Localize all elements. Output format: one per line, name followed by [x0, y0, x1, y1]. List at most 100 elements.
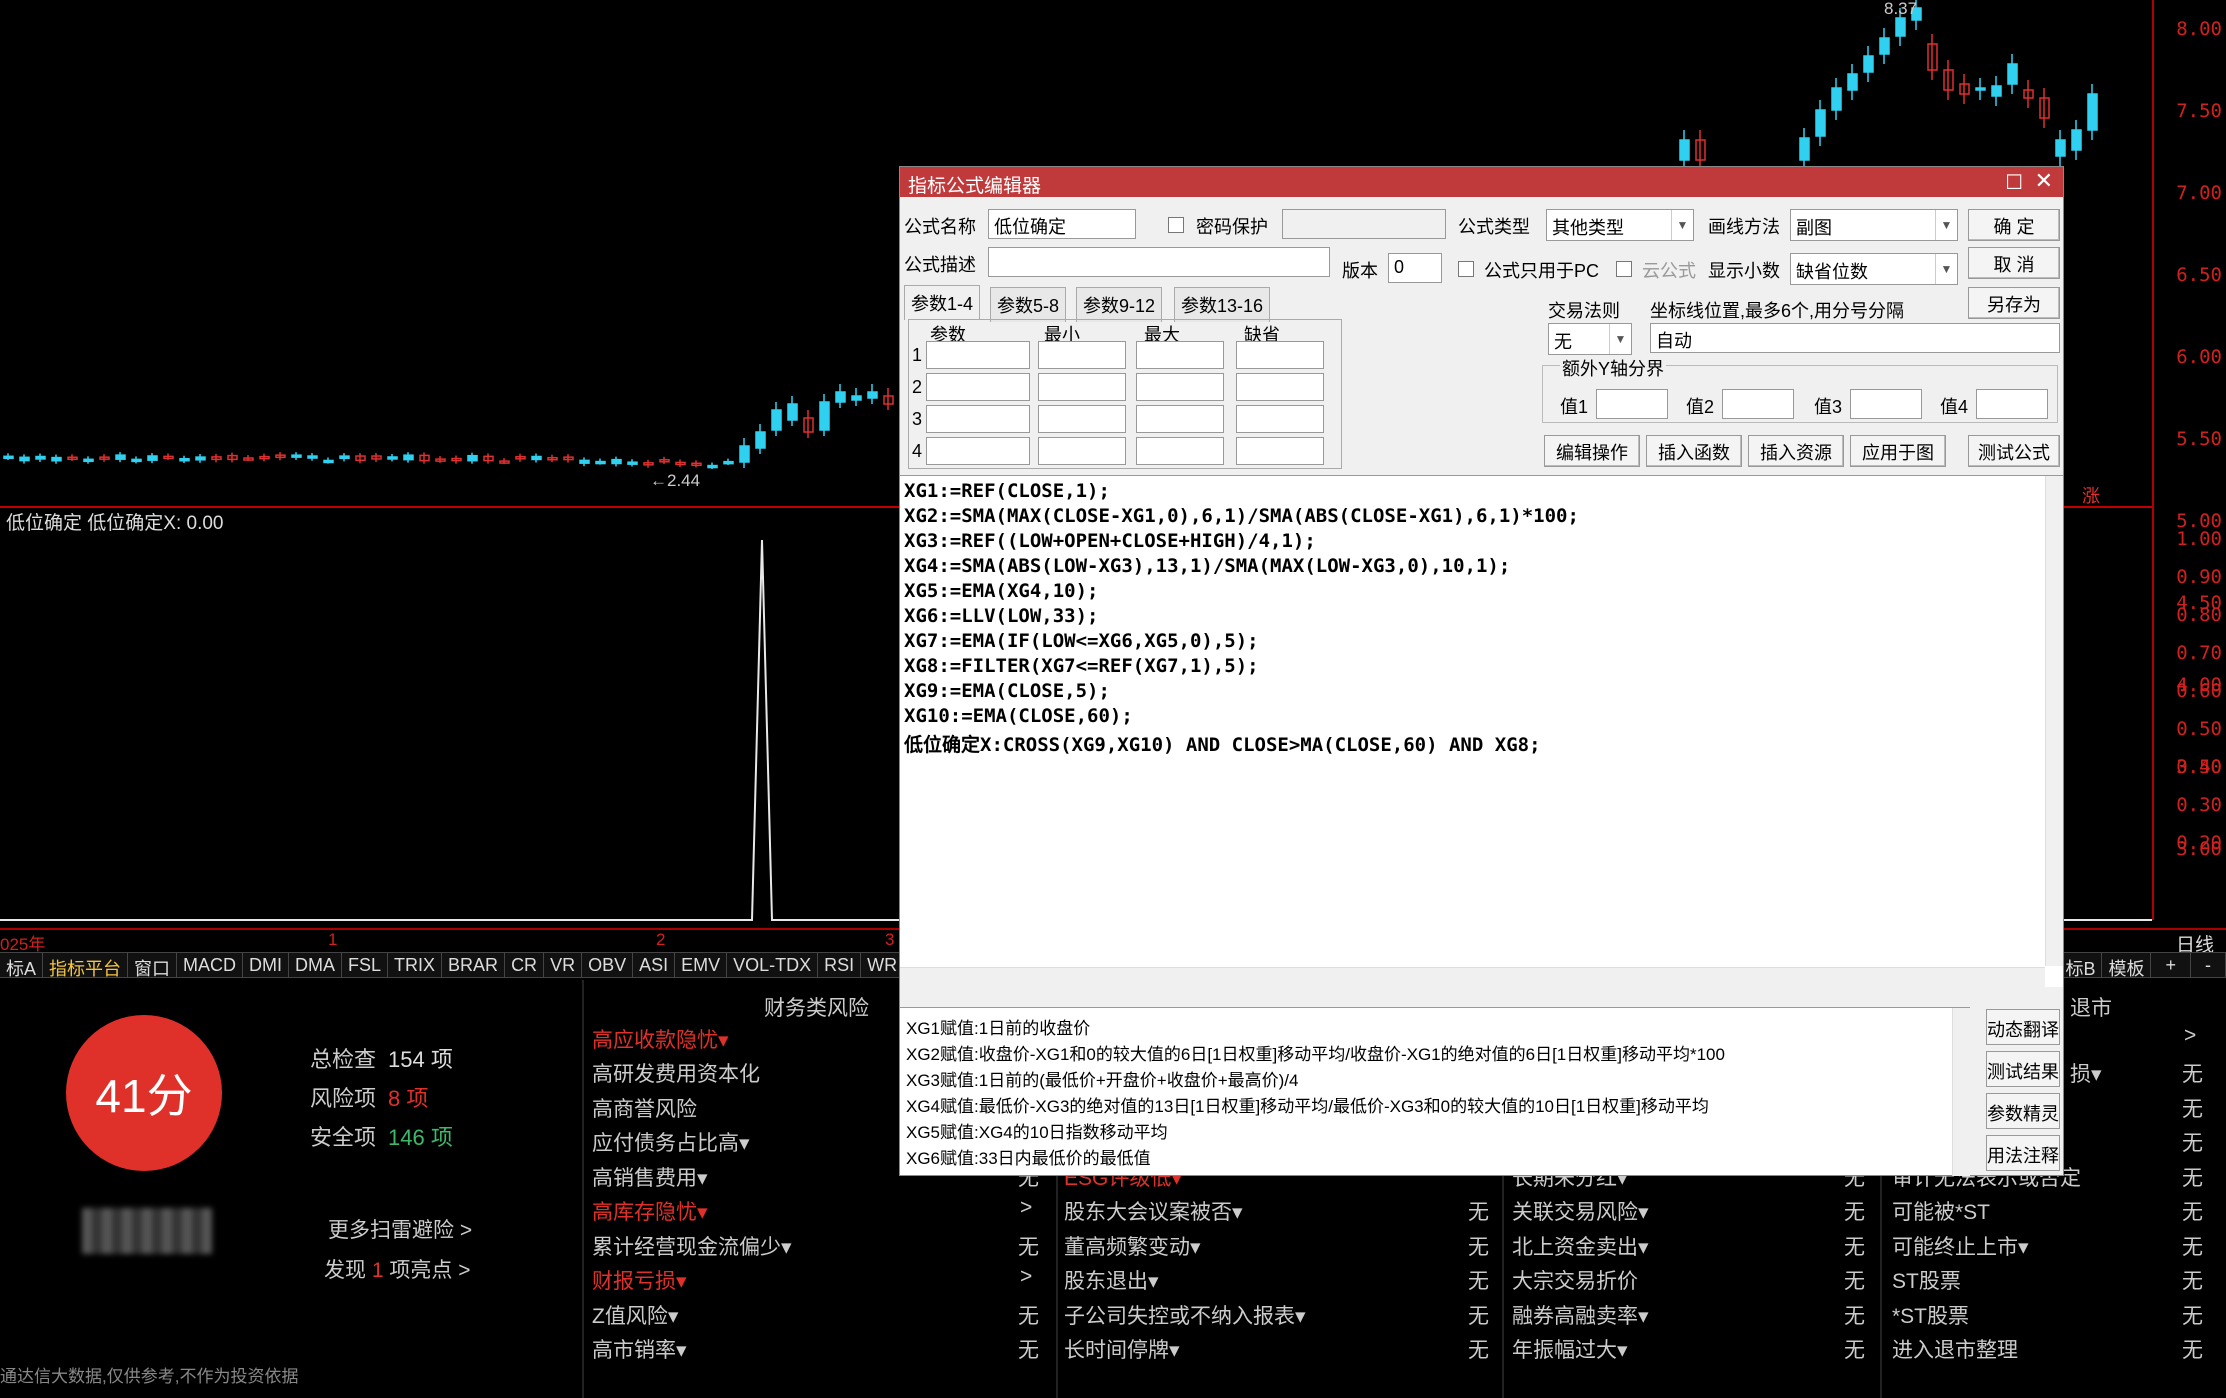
risk-item[interactable]: 股东大会议案被否▾: [1064, 1196, 1243, 1226]
password-input[interactable]: [1282, 209, 1446, 239]
param-tab[interactable]: 参数9-12: [1076, 287, 1163, 322]
tab-item[interactable]: ASI: [633, 953, 676, 977]
tab-item[interactable]: DMA: [289, 953, 343, 977]
risk-item[interactable]: 高商誉风险: [592, 1093, 697, 1123]
tab-item-active[interactable]: 指标平台: [43, 953, 129, 979]
risk-item[interactable]: 应付债务占比高▾: [592, 1127, 750, 1157]
more-scan-link[interactable]: 更多扫雷避险 >: [328, 1214, 472, 1244]
param-name-cell[interactable]: [926, 405, 1030, 433]
tab-item[interactable]: 标A: [0, 953, 44, 979]
risk-item[interactable]: 可能终止上市▾: [1892, 1231, 2029, 1261]
coord-input[interactable]: 自动: [1650, 323, 2060, 353]
tab-item[interactable]: RSI: [818, 953, 862, 977]
param-min-cell[interactable]: [1038, 437, 1126, 465]
formula-desc-input[interactable]: [988, 247, 1330, 277]
usage-notes-button[interactable]: 用法注释: [1986, 1135, 2060, 1171]
password-checkbox[interactable]: [1168, 217, 1184, 233]
dialog-titlebar[interactable]: 指标公式编辑器 ☐ ✕: [900, 167, 2063, 197]
expand-arrow-icon[interactable]: >: [1020, 1265, 1032, 1289]
param-name-cell[interactable]: [926, 341, 1030, 369]
risk-item[interactable]: 北上资金卖出▾: [1512, 1231, 1649, 1261]
risk-item[interactable]: ST股票: [1892, 1265, 1961, 1295]
vertical-scrollbar[interactable]: [2045, 476, 2063, 966]
formula-type-select[interactable]: 其他类型 ▼: [1546, 209, 1694, 241]
param-max-cell[interactable]: [1136, 373, 1224, 401]
risk-item[interactable]: 可能被*ST: [1892, 1196, 1990, 1226]
tab-item[interactable]: VOL-TDX: [727, 953, 819, 977]
tab-item[interactable]: MACD: [177, 953, 244, 977]
tab-item[interactable]: TRIX: [388, 953, 443, 977]
param-default-cell[interactable]: [1236, 341, 1324, 369]
horizontal-scrollbar[interactable]: [900, 967, 2045, 987]
explanation-scrollbar[interactable]: [1952, 1008, 1970, 1176]
ok-button[interactable]: 确 定: [1968, 209, 2060, 241]
param-default-cell[interactable]: [1236, 437, 1324, 465]
param-min-cell[interactable]: [1038, 373, 1126, 401]
save-as-button[interactable]: 另存为: [1968, 287, 2060, 319]
tab-item[interactable]: EMV: [675, 953, 728, 977]
val2-input[interactable]: [1722, 389, 1794, 419]
param-min-cell[interactable]: [1038, 405, 1126, 433]
expand-arrow-icon[interactable]: >: [1020, 1196, 1032, 1220]
test-result-button[interactable]: 测试结果: [1986, 1051, 2060, 1087]
zoom-out-button[interactable]: -: [2191, 953, 2226, 977]
val3-input[interactable]: [1850, 389, 1922, 419]
param-tab[interactable]: 参数1-4: [904, 285, 981, 320]
tab-item[interactable]: VR: [544, 953, 583, 977]
risk-item[interactable]: 财报亏损▾: [592, 1265, 687, 1295]
insert-function-button[interactable]: 插入函数: [1646, 435, 1742, 467]
test-formula-button[interactable]: 测试公式: [1968, 435, 2060, 467]
risk-item[interactable]: *ST股票: [1892, 1300, 1969, 1330]
param-tab[interactable]: 参数13-16: [1174, 287, 1271, 322]
code-editor[interactable]: XG1:=REF(CLOSE,1); XG2:=SMA(MAX(CLOSE-XG…: [900, 475, 2063, 987]
cancel-button[interactable]: 取 消: [1968, 247, 2060, 279]
val1-input[interactable]: [1596, 389, 1668, 419]
param-max-cell[interactable]: [1136, 405, 1224, 433]
edit-ops-button[interactable]: 编辑操作: [1544, 435, 1640, 467]
risk-item[interactable]: 累计经营现金流偏少▾: [592, 1231, 792, 1261]
param-wizard-button[interactable]: 参数精灵: [1986, 1093, 2060, 1129]
risk-item[interactable]: 董高频繁变动▾: [1064, 1231, 1201, 1261]
risk-item[interactable]: 大宗交易折价: [1512, 1265, 1638, 1295]
tab-item[interactable]: FSL: [342, 953, 389, 977]
risk-item[interactable]: 关联交易风险▾: [1512, 1196, 1649, 1226]
risk-item[interactable]: Z值风险▾: [592, 1300, 678, 1330]
expand-arrow-icon[interactable]: >: [2184, 1024, 2196, 1048]
dynamic-translate-button[interactable]: 动态翻译: [1986, 1009, 2060, 1045]
risk-item[interactable]: 高市销率▾: [592, 1334, 687, 1364]
param-max-cell[interactable]: [1136, 341, 1224, 369]
risk-item[interactable]: 年振幅过大▾: [1512, 1334, 1628, 1364]
decimals-select[interactable]: 缺省位数 ▼: [1790, 253, 1958, 285]
zoom-in-button[interactable]: +: [2151, 953, 2191, 977]
param-tab[interactable]: 参数5-8: [990, 287, 1067, 322]
formula-name-input[interactable]: 低位确定: [988, 209, 1136, 239]
highlights-link[interactable]: 发现 1 项亮点 >: [324, 1254, 470, 1284]
tab-item[interactable]: 窗口: [128, 953, 178, 979]
param-default-cell[interactable]: [1236, 405, 1324, 433]
maximize-icon[interactable]: ☐: [2005, 170, 2023, 195]
risk-item[interactable]: 股东退出▾: [1064, 1265, 1159, 1295]
risk-item[interactable]: 高应收款隐忧▾: [592, 1024, 729, 1054]
val4-input[interactable]: [1976, 389, 2048, 419]
tab-item[interactable]: 标B: [2059, 953, 2103, 979]
risk-item[interactable]: 高研发费用资本化: [592, 1058, 760, 1088]
risk-item[interactable]: 子公司失控或不纳入报表▾: [1064, 1300, 1306, 1330]
risk-item[interactable]: 高库存隐忧▾: [592, 1196, 708, 1226]
version-input[interactable]: 0: [1388, 253, 1442, 283]
draw-method-select[interactable]: 副图 ▼: [1790, 209, 1958, 241]
tab-item[interactable]: CR: [505, 953, 545, 977]
tab-item[interactable]: 模板: [2102, 953, 2152, 979]
param-max-cell[interactable]: [1136, 437, 1224, 465]
param-name-cell[interactable]: [926, 373, 1030, 401]
param-min-cell[interactable]: [1038, 341, 1126, 369]
risk-item[interactable]: 长时间停牌▾: [1064, 1334, 1180, 1364]
tab-item[interactable]: DMI: [243, 953, 290, 977]
pc-only-checkbox[interactable]: [1458, 261, 1474, 277]
tab-item[interactable]: OBV: [582, 953, 634, 977]
cloud-checkbox[interactable]: [1616, 261, 1632, 277]
risk-item[interactable]: 损▾: [2070, 1058, 2102, 1088]
param-default-cell[interactable]: [1236, 373, 1324, 401]
apply-to-chart-button[interactable]: 应用于图: [1850, 435, 1946, 467]
tab-item[interactable]: WR: [861, 953, 905, 977]
risk-item[interactable]: 进入退市整理: [1892, 1334, 2018, 1364]
